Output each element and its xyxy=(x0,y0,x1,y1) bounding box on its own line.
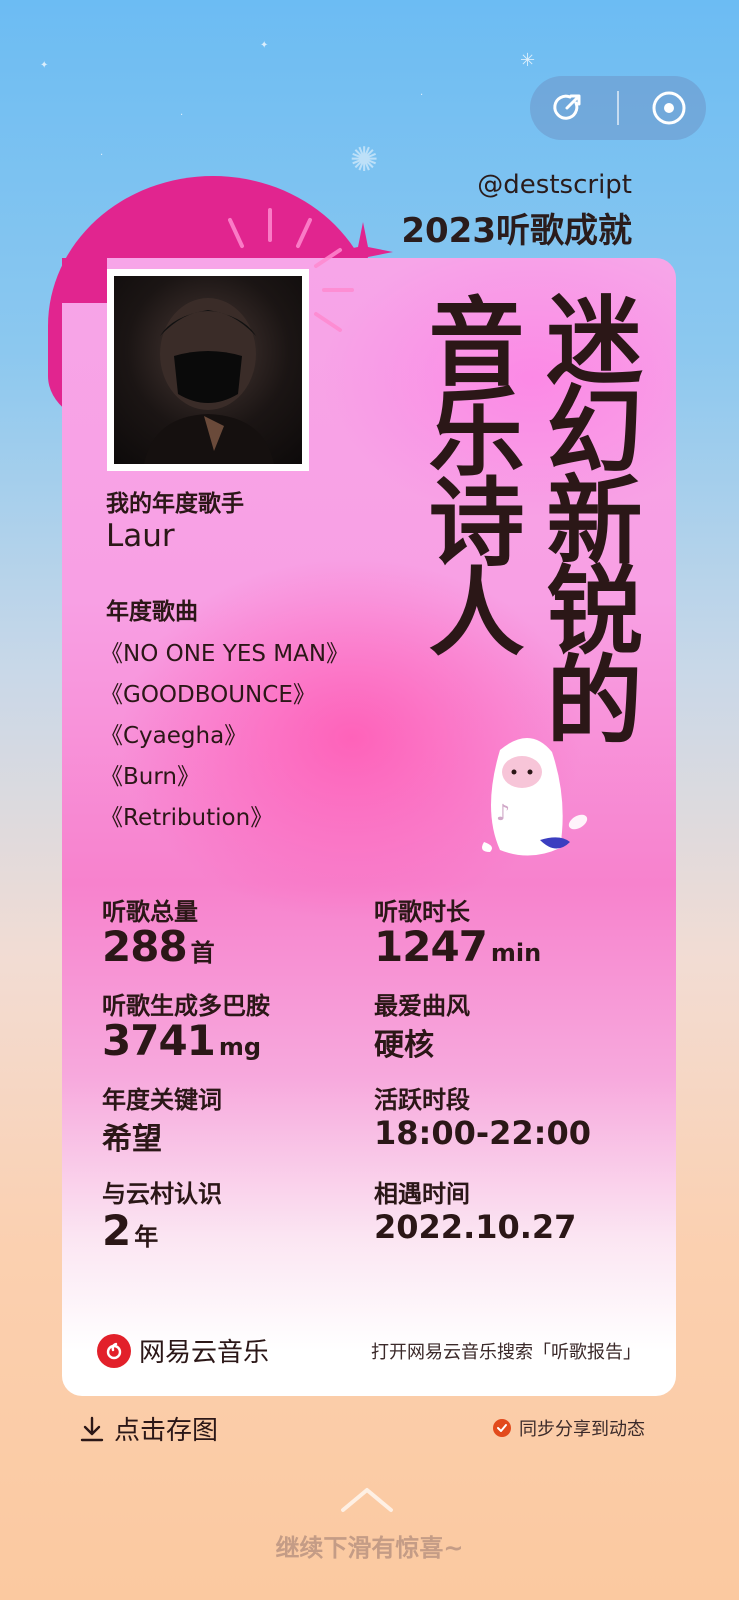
chevron-up-icon xyxy=(341,1488,393,1512)
total-songs-unit: 首 xyxy=(190,939,215,967)
search-hint: 打开网易云音乐搜索「听歌报告」 xyxy=(371,1342,641,1363)
active-time-value: 18:00-22:00 xyxy=(374,1114,591,1152)
title-line-1: 音乐诗人 xyxy=(412,292,524,652)
star-decoration: ✦ xyxy=(40,60,49,71)
star-decoration: · xyxy=(180,110,184,121)
dopamine-number: 3741 xyxy=(102,1016,216,1065)
songs-label: 年度歌曲 xyxy=(106,599,198,625)
total-songs-value: 288 首 xyxy=(102,922,215,971)
known-years-label: 与云村认识 xyxy=(102,1180,222,1208)
report-title: 2023听歌成就 xyxy=(401,211,632,251)
netease-logo-icon xyxy=(97,1333,131,1368)
swipe-hint: 继续下滑有惊喜~ xyxy=(275,1534,464,1562)
star-decoration: · xyxy=(420,90,424,101)
song-item: 《GOODBOUNCE》 xyxy=(100,682,316,708)
top-action-pill xyxy=(530,76,706,140)
sync-share-toggle[interactable]: 同步分享到动态 xyxy=(493,1415,645,1441)
checkbox-checked-icon xyxy=(493,1419,511,1437)
song-item: 《Cyaegha》 xyxy=(100,723,248,749)
duration-number: 1247 xyxy=(374,922,488,971)
met-date-value: 2022.10.27 xyxy=(374,1208,577,1246)
save-image-button[interactable]: 点击存图 xyxy=(80,1410,218,1447)
share-button[interactable] xyxy=(543,84,591,132)
artist-name: Laur xyxy=(106,518,175,554)
duration-value: 1247 min xyxy=(374,922,541,971)
song-item: 《NO ONE YES MAN》 xyxy=(100,641,350,667)
title-line-2: 迷幻新锐的 xyxy=(530,290,642,740)
total-songs-number: 288 xyxy=(102,922,188,971)
card-notch xyxy=(62,258,107,303)
known-years-value: 2年 xyxy=(102,1206,158,1255)
known-years-unit: 年 xyxy=(134,1223,159,1251)
favorite-style-value: 硬核 xyxy=(374,1028,434,1063)
duration-unit: min xyxy=(490,939,542,967)
dopamine-unit: mg xyxy=(218,1033,262,1061)
star-decoration: · xyxy=(100,150,104,161)
artist-photo xyxy=(144,298,274,464)
brand-name: 网易云音乐 xyxy=(139,1338,270,1368)
met-date-label: 相遇时间 xyxy=(374,1180,470,1208)
sync-share-label: 同步分享到动态 xyxy=(519,1419,645,1440)
svg-text:♪: ♪ xyxy=(496,801,510,826)
download-icon xyxy=(80,1416,104,1441)
pill-divider xyxy=(617,91,619,125)
brand: 网易云音乐 xyxy=(97,1332,269,1369)
known-years-number: 2 xyxy=(102,1206,131,1255)
artist-label: 我的年度歌手 xyxy=(106,491,244,517)
song-item: 《Retribution》 xyxy=(100,805,274,831)
dopamine-value: 3741 mg xyxy=(102,1016,261,1065)
share-icon xyxy=(553,94,581,120)
record-icon xyxy=(652,91,686,125)
star-decoration: ✦ xyxy=(260,40,269,51)
user-handle: @destscript xyxy=(477,170,632,200)
record-button[interactable] xyxy=(645,84,693,132)
save-image-label: 点击存图 xyxy=(114,1416,219,1446)
keyword-value: 希望 xyxy=(102,1122,162,1157)
favorite-style-label: 最爱曲风 xyxy=(374,992,470,1020)
keyword-label: 年度关键词 xyxy=(102,1086,222,1114)
active-time-label: 活跃时段 xyxy=(374,1086,470,1114)
star-decoration: ✺ xyxy=(350,140,379,180)
mascot-illustration: ♪ xyxy=(482,737,588,856)
star-decoration: ✳ xyxy=(520,50,536,71)
song-item: 《Burn》 xyxy=(100,764,200,790)
artist-avatar xyxy=(107,269,309,471)
